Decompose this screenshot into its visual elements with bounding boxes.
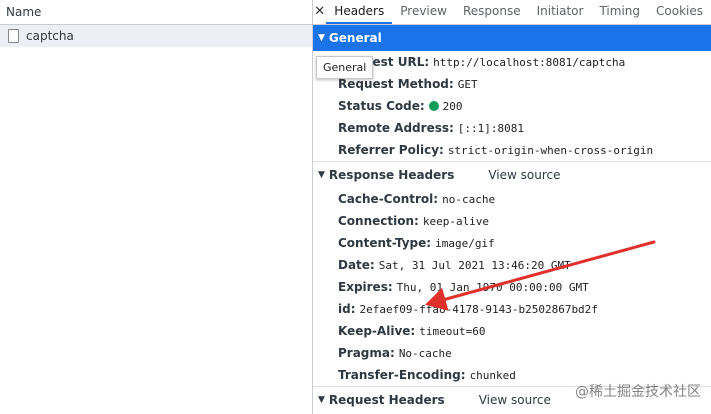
- response-headers-title: Response Headers: [328, 168, 455, 182]
- tab-cookies[interactable]: Cookies: [648, 0, 711, 24]
- header-row-content-type: Content-Type: image/gif: [338, 236, 495, 250]
- header-row-id: id: 2efaef09-ffa8-4178-9143-b2502867bd2f: [338, 302, 598, 316]
- header-row-referrer-policy: Referrer Policy: strict-origin-when-cross…: [338, 143, 654, 157]
- general-title: General: [328, 31, 382, 45]
- name-column-header[interactable]: Name: [0, 0, 312, 25]
- tab-preview[interactable]: Preview: [392, 0, 455, 24]
- view-source-link[interactable]: View source: [488, 162, 560, 188]
- header-row-cache-control: Cache-Control: no-cache: [338, 192, 496, 206]
- details-tabbar: ✕ Headers Preview Response Initiator Tim…: [313, 0, 711, 25]
- watermark: @稀土掘金技术社区: [575, 384, 701, 400]
- header-row-expires: Expires: Thu, 01 Jan 1970 00:00:00 GMT: [338, 280, 589, 294]
- tab-headers[interactable]: Headers: [326, 0, 393, 24]
- response-headers-section-header[interactable]: ▼ Response Headers View source: [313, 162, 711, 188]
- status-dot-icon: [428, 101, 439, 111]
- header-row-status-code: Status Code: 200: [338, 99, 463, 113]
- tooltip: General: [316, 56, 374, 79]
- request-name: captcha: [26, 29, 74, 43]
- request-row-captcha[interactable]: captcha: [0, 25, 312, 47]
- header-row-remote-address: Remote Address: [::1]:8081: [338, 121, 525, 135]
- view-source-link[interactable]: View source: [479, 387, 551, 413]
- header-row-keep-alive: Keep-Alive: timeout=60: [338, 324, 486, 338]
- request-headers-title: Request Headers: [328, 393, 445, 407]
- triangle-down-icon: ▼: [318, 170, 325, 180]
- close-icon[interactable]: ✕: [313, 0, 326, 24]
- tab-initiator[interactable]: Initiator: [529, 0, 592, 24]
- general-section-header[interactable]: ▼ General: [313, 25, 711, 51]
- tab-timing[interactable]: Timing: [591, 0, 648, 24]
- header-row-date: Date: Sat, 31 Jul 2021 13:46:20 GMT: [338, 258, 571, 272]
- triangle-down-icon: ▼: [318, 395, 325, 405]
- header-row-connection: Connection: keep-alive: [338, 214, 490, 228]
- request-list-pane: Name captcha: [0, 0, 313, 414]
- triangle-down-icon: ▼: [318, 33, 325, 43]
- file-icon: [8, 29, 19, 43]
- header-row-pragma: Pragma: No-cache: [338, 346, 452, 360]
- tab-response[interactable]: Response: [455, 0, 529, 24]
